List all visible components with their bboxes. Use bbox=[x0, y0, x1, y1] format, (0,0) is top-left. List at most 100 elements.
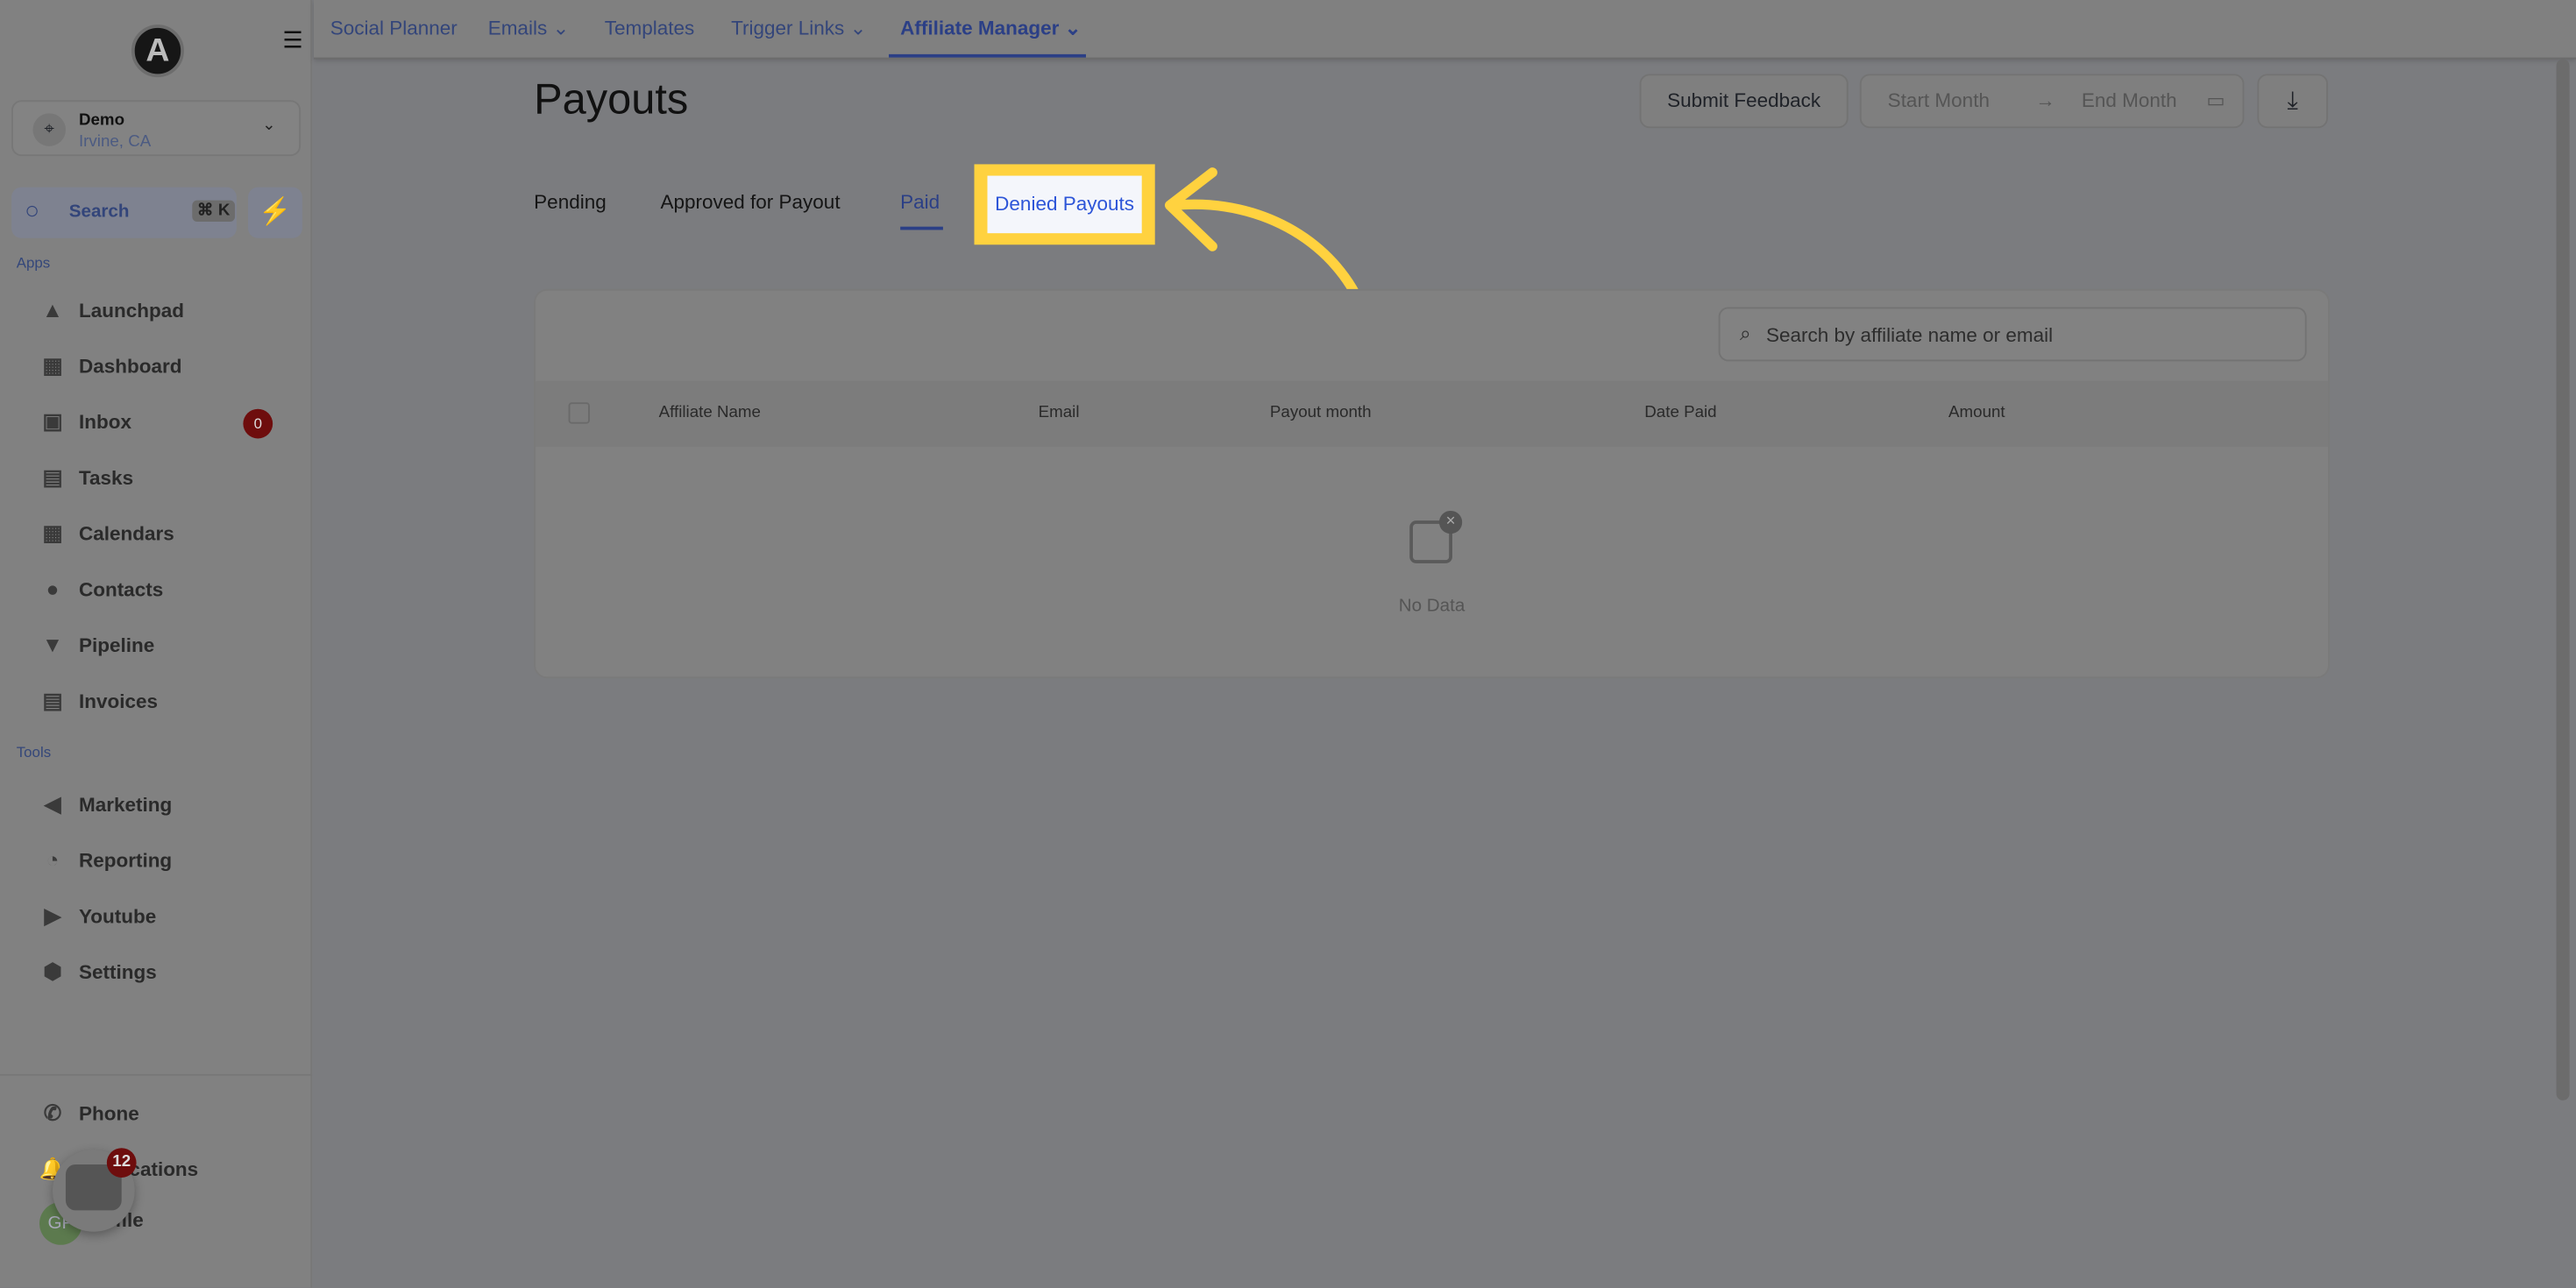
end-month: End Month bbox=[2081, 88, 2177, 112]
search-button[interactable]: ○ Search ⌘ K bbox=[11, 187, 237, 238]
inbox-badge: 0 bbox=[243, 408, 273, 439]
nav-emails[interactable]: Emails ⌄ bbox=[488, 17, 570, 39]
rocket-icon: ▲ bbox=[41, 297, 64, 322]
sidebar-item-youtube[interactable]: ▶ Youtube bbox=[36, 902, 157, 936]
grid-icon: ▦ bbox=[42, 352, 63, 379]
column-affiliate-name: Affiliate Name bbox=[658, 404, 761, 422]
sidebar-item-pipeline[interactable]: ▼ Pipeline bbox=[36, 633, 154, 665]
label: Launchpad bbox=[78, 299, 184, 322]
bolt-icon: ⚡ bbox=[259, 198, 292, 227]
active-tab-indicator bbox=[900, 226, 943, 230]
search-icon: ⌕ bbox=[1739, 322, 1751, 345]
highlight-box: Denied Payouts bbox=[974, 164, 1155, 245]
sidebar-item-reporting[interactable]: ◔ Reporting bbox=[36, 847, 173, 880]
pie-icon: ◔ bbox=[46, 847, 60, 873]
receipt-icon: ▤ bbox=[42, 688, 63, 713]
tab-paid[interactable]: Paid bbox=[900, 190, 940, 213]
phone-icon: ✆ bbox=[43, 1100, 62, 1125]
account-location: Irvine, CA bbox=[78, 132, 152, 152]
search-placeholder: Search by affiliate name or email bbox=[1765, 323, 2054, 347]
sidebar-item-settings[interactable]: ⬢ Settings bbox=[36, 959, 156, 992]
label: Tasks bbox=[78, 466, 134, 490]
sidebar-item-inbox[interactable]: ▣ Inbox bbox=[36, 409, 131, 442]
select-all-checkbox[interactable] bbox=[568, 402, 590, 424]
label: Dashboard bbox=[78, 354, 182, 379]
label: Pipeline bbox=[78, 633, 155, 657]
chevron-down-icon: ⌄ bbox=[552, 16, 570, 39]
label: Affiliate Manager bbox=[900, 16, 1060, 39]
label: Inbox bbox=[78, 410, 131, 434]
search-label: Search bbox=[68, 202, 130, 223]
sidebar-item-calendars[interactable]: ▦ Calendars bbox=[36, 520, 174, 553]
account-name: Demo bbox=[78, 111, 125, 131]
payouts-table-card: ⌕ Search by affiliate name or email Affi… bbox=[534, 288, 2330, 679]
download-icon: ⤓ bbox=[2287, 87, 2298, 116]
sidebar-item-invoices[interactable]: ▤ Invoices bbox=[36, 688, 158, 720]
table-header: Affiliate Name Email Payout month Date P… bbox=[536, 380, 2329, 447]
nav-social-planner[interactable]: Social Planner bbox=[330, 17, 458, 39]
column-amount: Amount bbox=[1948, 404, 2005, 422]
submit-feedback-button[interactable]: Submit Feedback bbox=[1639, 74, 1849, 129]
gear-icon: ⬢ bbox=[43, 959, 62, 984]
calendar-icon: ▦ bbox=[42, 520, 63, 546]
chevron-down-icon: ⌄ bbox=[1064, 16, 1082, 39]
megaphone-icon: ◀ bbox=[44, 791, 61, 817]
month-range-picker[interactable]: Start Month → End Month ▭ bbox=[1859, 74, 2245, 129]
label: Marketing bbox=[78, 793, 173, 817]
column-date-paid: Date Paid bbox=[1644, 404, 1717, 422]
location-icon: ⌖ bbox=[32, 113, 66, 146]
sidebar-item-dashboard[interactable]: ▦ Dashboard bbox=[36, 353, 181, 386]
label: Reporting bbox=[78, 849, 173, 873]
location-switcher[interactable]: ⌖ Demo Irvine, CA ⌄ bbox=[11, 100, 302, 157]
sidebar-item-marketing[interactable]: ◀ Marketing bbox=[36, 791, 173, 824]
column-payout-month: Payout month bbox=[1269, 404, 1372, 422]
sidebar-item-phone[interactable]: ✆ Phone bbox=[36, 1100, 139, 1133]
label: Calendars bbox=[78, 522, 174, 546]
person-icon: ● bbox=[46, 576, 60, 602]
chevron-down-icon: ⌄ bbox=[849, 16, 867, 39]
nav-templates[interactable]: Templates bbox=[605, 17, 695, 39]
clipboard-icon: ▤ bbox=[42, 464, 63, 490]
label: Invoices bbox=[78, 690, 159, 713]
label: Emails bbox=[487, 16, 548, 39]
column-email: Email bbox=[1038, 404, 1080, 422]
label: Phone bbox=[78, 1101, 139, 1125]
section-apps: Apps bbox=[16, 254, 51, 272]
sidebar-bottom bbox=[0, 1073, 313, 1076]
label: Trigger Links bbox=[731, 16, 845, 39]
nav-trigger-links[interactable]: Trigger Links ⌄ bbox=[731, 17, 866, 39]
search-icon: ○ bbox=[25, 196, 40, 225]
tab-pending[interactable]: Pending bbox=[534, 190, 607, 213]
active-nav-indicator bbox=[889, 53, 1086, 58]
sidebar: A ☰ ⌖ Demo Irvine, CA ⌄ ○ Search ⌘ K ⚡ A… bbox=[0, 0, 313, 1288]
search-input[interactable]: ⌕ Search by affiliate name or email bbox=[1718, 307, 2307, 362]
empty-state: No Data bbox=[1398, 596, 1465, 616]
youtube-icon: ▶ bbox=[44, 902, 61, 929]
chat-widget-button[interactable]: 12 bbox=[52, 1148, 137, 1232]
empty-inbox-icon: × bbox=[1409, 510, 1463, 563]
tab-approved[interactable]: Approved for Payout bbox=[661, 190, 841, 213]
quick-actions-button[interactable]: ⚡ bbox=[248, 187, 302, 238]
shortcut-hint: ⌘ K bbox=[192, 200, 236, 223]
start-month: Start Month bbox=[1887, 88, 1990, 112]
inbox-icon: ▣ bbox=[42, 408, 63, 434]
funnel-icon: ▼ bbox=[41, 632, 64, 657]
collapse-sidebar-icon[interactable]: ☰ bbox=[282, 26, 303, 54]
calendar-icon: ▭ bbox=[2206, 88, 2225, 112]
logo: A bbox=[131, 25, 184, 78]
chevron-down-icon: ⌄ bbox=[262, 117, 276, 135]
sidebar-item-tasks[interactable]: ▤ Tasks bbox=[36, 464, 133, 497]
label: Contacts bbox=[78, 577, 164, 602]
nav-affiliate-manager[interactable]: Affiliate Manager ⌄ bbox=[900, 17, 1081, 39]
tab-denied-payouts[interactable]: Denied Payouts bbox=[987, 175, 1142, 234]
sidebar-item-contacts[interactable]: ● Contacts bbox=[36, 576, 164, 609]
page-title: Payouts bbox=[534, 74, 689, 124]
section-tools: Tools bbox=[16, 744, 52, 761]
label: Settings bbox=[78, 960, 157, 984]
download-button[interactable]: ⤓ bbox=[2257, 74, 2329, 129]
arrow-right-icon: → bbox=[2035, 88, 2055, 112]
scrollbar[interactable] bbox=[2556, 59, 2570, 1100]
sidebar-item-launchpad[interactable]: ▲ Launchpad bbox=[36, 297, 184, 329]
label: Youtube bbox=[78, 904, 157, 929]
chat-count-badge: 12 bbox=[106, 1148, 137, 1178]
